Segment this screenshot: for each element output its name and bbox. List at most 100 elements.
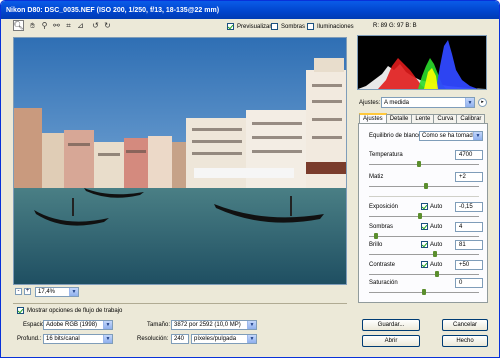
auto-checkbox[interactable]: [421, 241, 428, 248]
preview-checkbox[interactable]: [227, 23, 234, 30]
exposure-slider[interactable]: [369, 213, 479, 219]
image-preview[interactable]: [13, 37, 347, 285]
resolution-unit-select[interactable]: píxeles/pulgada ▼: [191, 334, 257, 344]
preview-photo: [14, 38, 346, 284]
depth-value: 16 bits/canal: [46, 336, 80, 342]
slider-thumb[interactable]: [422, 289, 426, 295]
shadows-auto[interactable]: Auto: [421, 223, 442, 230]
settings-label: Ajustes:: [359, 100, 381, 106]
histogram-graph: [358, 40, 486, 89]
size-label: Tamaño:: [147, 322, 171, 328]
brightness-input[interactable]: 81: [455, 240, 483, 250]
cancel-button[interactable]: Cancelar: [442, 319, 488, 331]
tint-slider[interactable]: [369, 183, 479, 189]
exposure-label: Exposición: [369, 204, 399, 210]
resolution-label: Resolución:: [137, 336, 169, 342]
saturation-input[interactable]: 0: [455, 278, 483, 288]
contrast-auto[interactable]: Auto: [421, 261, 442, 268]
slider-thumb[interactable]: [417, 213, 422, 219]
slider-thumb[interactable]: [434, 271, 439, 277]
slider-thumb[interactable]: [424, 183, 429, 189]
contrast-label: Contraste: [369, 262, 396, 268]
wb-select[interactable]: Como se ha tomado ▼: [419, 131, 483, 141]
slider-thumb[interactable]: [416, 161, 421, 167]
auto-label: Auto: [430, 203, 443, 210]
space-select[interactable]: Adobe RGB (1998) ▼: [43, 320, 113, 330]
workflow-checkbox[interactable]: [17, 307, 24, 314]
auto-label: Auto: [430, 241, 443, 248]
crop-icon[interactable]: ⌗: [63, 20, 74, 31]
chevron-down-icon: ▼: [103, 335, 112, 343]
straighten-icon[interactable]: ⊿: [75, 20, 86, 31]
chevron-down-icon: ▼: [473, 132, 482, 140]
shadows-checkbox[interactable]: [271, 23, 278, 30]
rotate-ccw-icon[interactable]: ↺: [90, 20, 101, 31]
shadows-slider[interactable]: [369, 233, 479, 239]
highlights-checkbox[interactable]: [307, 23, 314, 30]
chevron-down-icon: ▼: [465, 98, 474, 107]
settings-value: A medida: [384, 99, 410, 106]
shadows-label: Sombras: [369, 224, 394, 230]
chevron-down-icon: ▼: [247, 335, 256, 343]
rgb-readout: R: 89 G: 97 B: B: [373, 23, 417, 29]
workflow-options: Mostrar opciones de flujo de trabajo Esp…: [13, 303, 347, 347]
saturation-slider[interactable]: [369, 289, 479, 295]
depth-select[interactable]: 16 bits/canal ▼: [43, 334, 113, 344]
temperature-label: Temperatura: [369, 152, 403, 158]
hand-icon[interactable]: ✋︎: [27, 20, 38, 31]
done-button[interactable]: Hecho: [442, 335, 488, 347]
workflow-toggle-label: Mostrar opciones de flujo de trabajo: [27, 307, 123, 314]
slider-thumb[interactable]: [432, 251, 437, 257]
exposure-input[interactable]: -0,15: [455, 202, 483, 212]
highlights-label: Iluminaciones: [317, 23, 354, 30]
shadows-option[interactable]: Sombras: [271, 23, 305, 30]
settings-select[interactable]: A medida ▼: [381, 97, 475, 108]
eyedropper-icon[interactable]: ⚲: [39, 20, 50, 31]
slider-thumb[interactable]: [374, 233, 379, 239]
saturation-label: Saturación: [369, 280, 398, 286]
temperature-input[interactable]: 4700: [455, 150, 483, 160]
auto-label: Auto: [430, 223, 443, 230]
rotate-cw-icon[interactable]: ↻: [102, 20, 113, 31]
shadows-label: Sombras: [281, 23, 306, 30]
wb-label: Equilibrio de blancos:: [369, 133, 427, 139]
zoom-in-button[interactable]: +: [24, 288, 31, 295]
settings-menu-icon[interactable]: ▸: [478, 98, 487, 107]
section-divider: [369, 196, 479, 197]
shadows-input[interactable]: 4: [455, 222, 483, 232]
histogram: [357, 35, 487, 90]
auto-label: Auto: [430, 261, 443, 268]
preview-option[interactable]: Previsualizar: [227, 23, 271, 30]
size-value: 3872 por 2592 (10,0 MP): [174, 322, 241, 328]
resolution-input[interactable]: 240: [171, 334, 189, 344]
temperature-slider[interactable]: [369, 161, 479, 167]
zoom-select[interactable]: 17,4% ▼: [35, 287, 79, 297]
workflow-toggle[interactable]: Mostrar opciones de flujo de trabajo: [17, 307, 122, 314]
tint-input[interactable]: +2: [455, 172, 483, 182]
size-select[interactable]: 3872 por 2592 (10,0 MP) ▼: [171, 320, 257, 330]
zoom-icon[interactable]: 🔍︎: [13, 20, 24, 31]
wb-value: Como se ha tomado: [422, 133, 477, 139]
resolution-value: 240: [174, 336, 185, 342]
title-bar[interactable]: Nikon D80: DSC_0035.NEF (ISO 200, 1/250,…: [1, 1, 499, 19]
auto-checkbox[interactable]: [421, 203, 428, 210]
preview-label: Previsualizar: [237, 23, 272, 30]
zoom-out-button[interactable]: -: [15, 288, 22, 295]
color-sampler-icon[interactable]: ⚯: [51, 20, 62, 31]
chevron-down-icon: ▼: [247, 321, 256, 329]
exposure-auto[interactable]: Auto: [421, 203, 442, 210]
auto-checkbox[interactable]: [421, 261, 428, 268]
brightness-auto[interactable]: Auto: [421, 241, 442, 248]
camera-raw-window: Nikon D80: DSC_0035.NEF (ISO 200, 1/250,…: [0, 0, 500, 358]
highlights-option[interactable]: Iluminaciones: [307, 23, 354, 30]
contrast-slider[interactable]: [369, 271, 479, 277]
save-button[interactable]: Guardar...: [362, 319, 420, 331]
adjust-panel: Equilibrio de blancos: Como se ha tomado…: [358, 123, 488, 303]
contrast-input[interactable]: +50: [455, 260, 483, 270]
chevron-down-icon: ▼: [69, 288, 78, 296]
brightness-label: Brillo: [369, 242, 383, 248]
auto-checkbox[interactable]: [421, 223, 428, 230]
brightness-slider[interactable]: [369, 251, 479, 257]
open-button[interactable]: Abrir: [362, 335, 420, 347]
depth-label: Profund.:: [17, 336, 42, 342]
